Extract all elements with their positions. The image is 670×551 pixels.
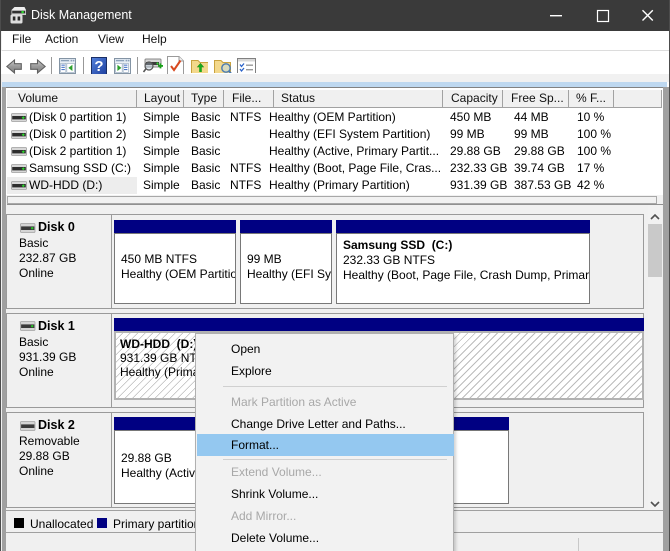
- svg-text:?: ?: [94, 58, 103, 75]
